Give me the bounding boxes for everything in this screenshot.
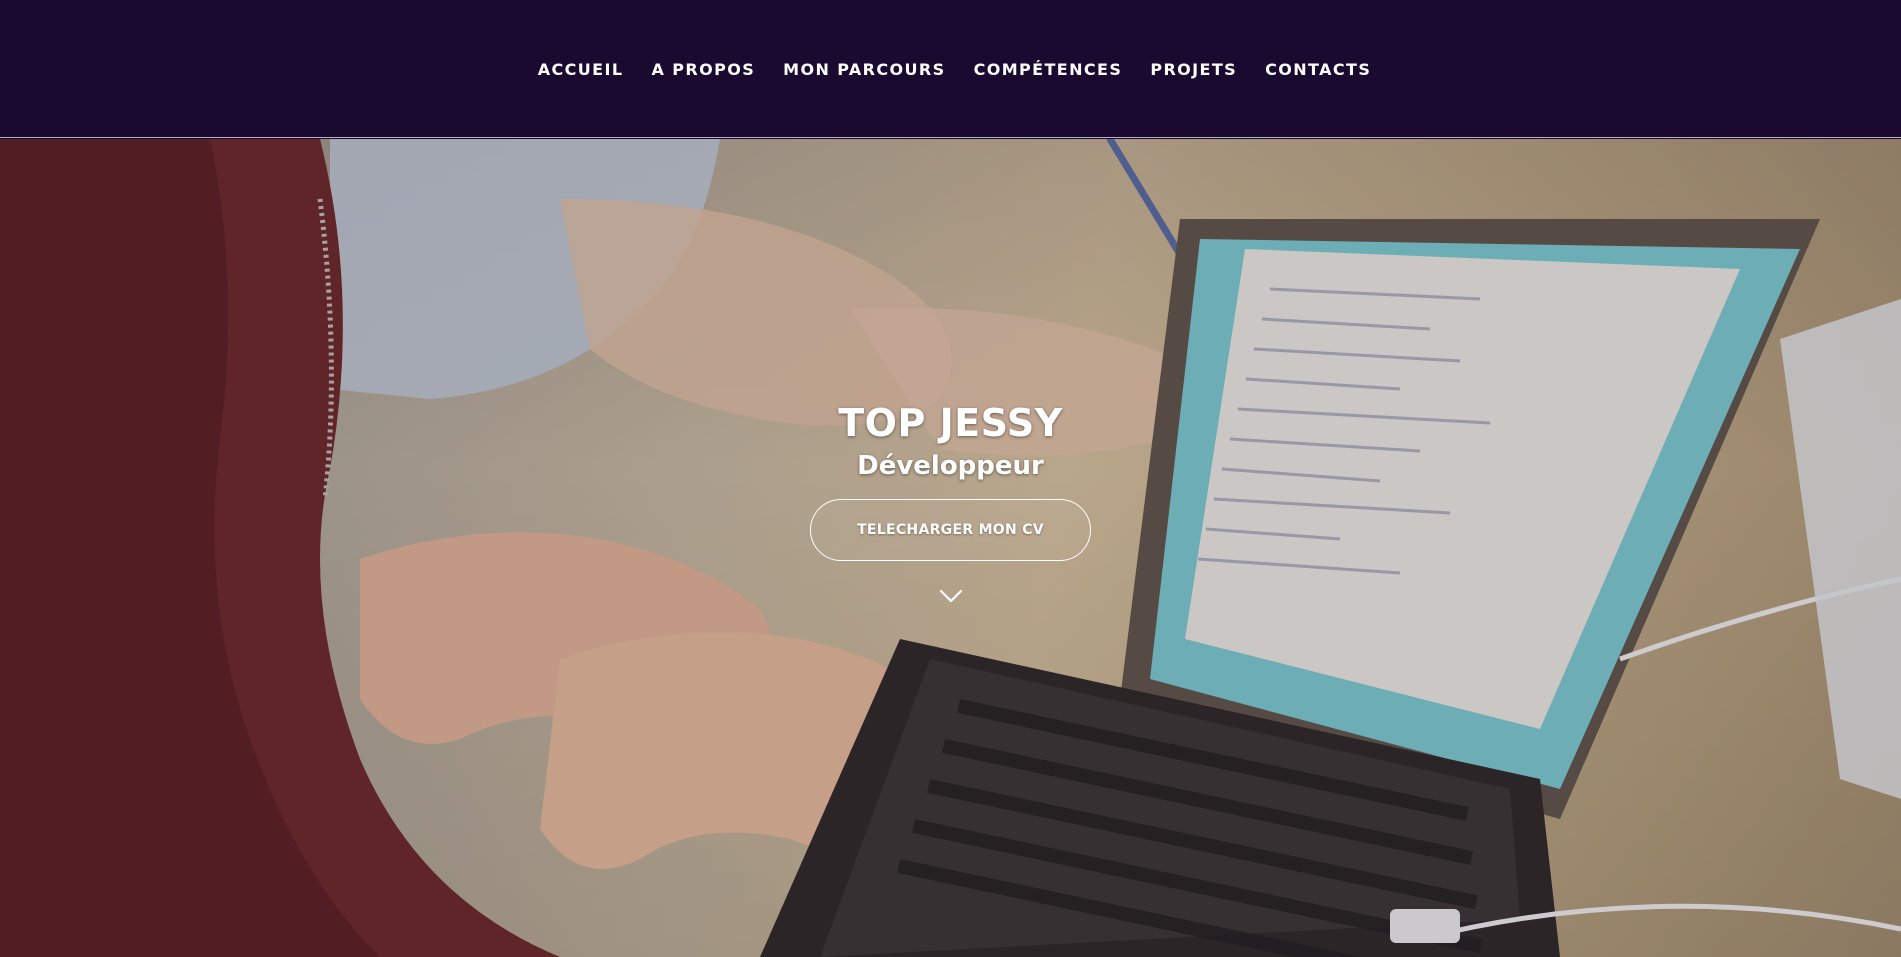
hero-name: TOP JESSY <box>838 401 1063 445</box>
nav-item-competences[interactable]: COMPÉTENCES <box>974 58 1123 79</box>
nav-item-projets[interactable]: PROJETS <box>1150 58 1237 79</box>
chevron-down-icon[interactable] <box>939 589 963 603</box>
navbar: ACCUEIL A PROPOS MON PARCOURS COMPÉTENCE… <box>0 0 1901 138</box>
hero-role: Développeur <box>857 451 1044 481</box>
hero-content: TOP JESSY Développeur TELECHARGER MON CV <box>0 139 1901 957</box>
download-cv-button[interactable]: TELECHARGER MON CV <box>810 499 1091 561</box>
nav-item-a-propos[interactable]: A PROPOS <box>651 58 755 79</box>
nav-item-accueil[interactable]: ACCUEIL <box>538 58 624 79</box>
hero-section: TOP JESSY Développeur TELECHARGER MON CV <box>0 139 1901 957</box>
nav-item-mon-parcours[interactable]: MON PARCOURS <box>783 58 945 79</box>
nav-item-contacts[interactable]: CONTACTS <box>1265 58 1371 79</box>
nav-menu: ACCUEIL A PROPOS MON PARCOURS COMPÉTENCE… <box>524 58 1386 79</box>
